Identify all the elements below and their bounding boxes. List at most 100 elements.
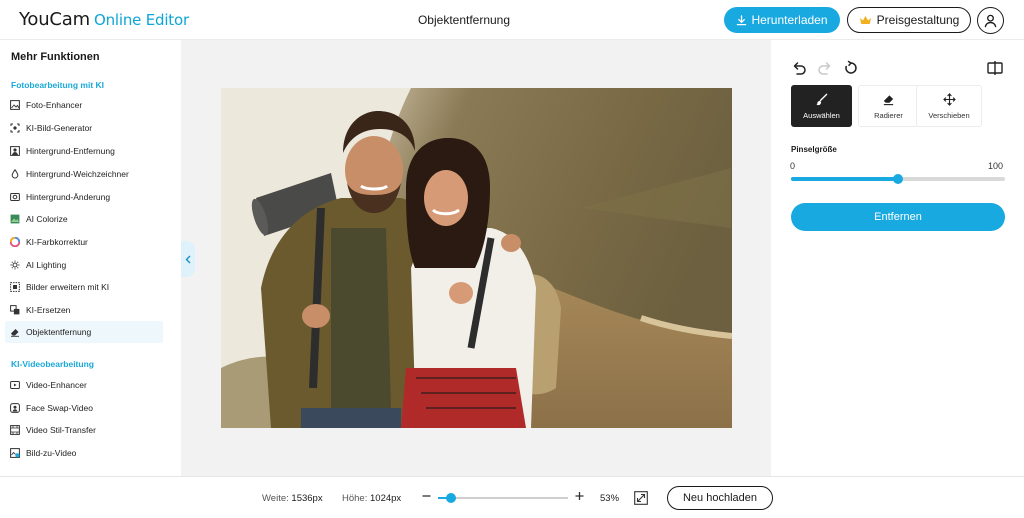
eraser-icon [883,94,894,105]
reupload-button[interactable]: Neu hochladen [667,486,773,510]
undo-icon [793,62,806,75]
pricing-label: Preisgestaltung [876,13,960,27]
sidebar-item-label: Bilder erweitern mit KI [26,282,110,292]
image-to-video-icon [10,448,20,458]
user-account-button[interactable] [977,7,1004,34]
tool-select-button[interactable]: Auswählen [791,85,852,127]
zoom-slider-thumb[interactable] [446,493,456,503]
download-icon [737,14,747,25]
sidebar-item-video-enhancer[interactable]: Video-Enhancer [5,374,163,396]
sidebar-title: Mehr Funktionen [11,51,100,63]
brush-size-slider-fill [791,177,898,181]
sidebar-item-objektentfernung[interactable]: Objektentfernung [5,321,163,343]
tool-label: Verschieben [928,110,970,120]
sidebar-item-label: Foto-Enhancer [26,100,83,110]
undo-button[interactable] [791,60,807,76]
sidebar-item-hintergrund-entfernung[interactable]: Hintergrund-Entfernung [5,140,163,162]
height-label: Höhe: [342,493,368,504]
brush-size-slider-thumb[interactable] [893,174,903,184]
colorize-icon [10,214,20,224]
sidebar-item-bild-zu-video[interactable]: Bild-zu-Video [5,442,163,464]
video-style-icon [10,425,20,435]
download-button[interactable]: Herunterladen [724,7,840,33]
color-wheel-icon [10,237,20,247]
width-value: 1536px [291,493,323,504]
sidebar-item-label: Hintergrund-Änderung [26,192,111,202]
sidebar-item-face-swap-video[interactable]: Face Swap-Video [5,397,163,419]
image-icon [10,100,20,110]
sidebar-item-bilder-erweitern[interactable]: Bilder erweitern mit KI [5,276,163,298]
eraser-icon [10,327,20,337]
couple-hiking-photo [221,88,732,428]
replace-icon [10,305,20,315]
sidebar-item-label: KI-Ersetzen [26,305,71,315]
sidebar-item-foto-enhancer[interactable]: Foto-Enhancer [5,94,163,116]
light-icon [10,260,20,270]
sidebar-item-ai-lighting[interactable]: AI Lighting [5,254,163,276]
remove-button[interactable]: Entfernen [791,203,1005,231]
slider-max-label: 100 [988,161,1004,171]
sidebar-item-label: Video Stil-Transfer [26,425,96,435]
chevron-left-icon [185,255,191,263]
ai-image-icon [10,123,20,133]
background-remove-icon [10,146,20,156]
sidebar-item-label: Face Swap-Video [26,403,93,413]
fit-screen-button[interactable] [634,491,648,505]
sidebar-item-label: KI-Farbkorrektur [26,237,88,247]
background-change-icon [10,192,20,202]
sidebar-item-ki-ersetzen[interactable]: KI-Ersetzen [5,299,163,321]
sidebar-item-label: AI Colorize [26,214,68,224]
reset-button[interactable] [843,60,859,76]
image-width: Weite: 1536px [262,493,323,504]
sidebar-item-label: Bild-zu-Video [26,448,77,458]
fit-screen-icon [634,491,648,505]
tool-eraser-button[interactable]: Radierer [858,85,919,127]
face-swap-icon [10,403,20,413]
width-label: Weite: [262,493,289,504]
zoom-percentage: 53% [600,493,620,504]
sidebar-item-label: AI Lighting [26,260,67,270]
redo-icon [818,62,831,75]
footer-bar: Weite: 1536px Höhe: 1024px 53% Neu hochl… [0,476,1024,518]
section-title-video: KI-Videobearbeitung [11,359,94,369]
brush-size-slider[interactable] [791,174,1005,184]
expand-icon [10,282,20,292]
sidebar-item-hintergrund-weichzeichner[interactable]: Hintergrund-Weichzeichner [5,163,163,185]
app-header: YouCam Online Editor Objektentfernung Her… [0,0,1024,40]
brush-icon [816,93,828,105]
collapse-sidebar-button[interactable] [181,241,195,277]
height-value: 1024px [370,493,402,504]
zoom-in-button[interactable] [575,488,584,507]
sidebar-item-hintergrund-aenderung[interactable]: Hintergrund-Änderung [5,186,163,208]
sidebar-item-ai-colorize[interactable]: AI Colorize [5,208,163,230]
plus-icon [575,492,584,500]
sidebar-item-label: Hintergrund-Weichzeichner [26,169,129,179]
brush-size-label: Pinselgröße [791,145,837,154]
section-title-photo: Fotobearbeitung mit KI [11,80,105,90]
user-icon [984,14,997,28]
sidebar-item-ki-farbkorrektur[interactable]: KI-Farbkorrektur [5,231,163,253]
blur-drop-icon [10,169,20,179]
sidebar-item-ki-bild-generator[interactable]: KI-Bild-Generator [5,117,163,139]
tool-label: Auswählen [803,110,840,120]
sidebar-item-label: Objektentfernung [26,327,92,337]
redo-button[interactable] [817,60,833,76]
tool-label: Radierer [874,110,903,120]
pricing-button[interactable]: Preisgestaltung [847,7,971,33]
reset-icon [845,60,857,74]
sidebar-item-label: Video-Enhancer [26,380,87,390]
edited-photo[interactable] [221,88,732,428]
image-height: Höhe: 1024px [342,493,401,504]
compare-icon [987,61,1003,75]
compare-button[interactable] [987,60,1003,76]
tool-move-button[interactable]: Verschieben [916,85,982,127]
crown-icon [859,16,871,24]
sidebar-item-label: Hintergrund-Entfernung [26,146,115,156]
zoom-slider[interactable] [438,493,568,503]
move-icon [942,92,956,106]
sidebar-item-video-stil-transfer[interactable]: Video Stil-Transfer [5,419,163,441]
minus-icon [422,495,431,497]
download-label: Herunterladen [751,13,828,27]
zoom-out-button[interactable] [422,488,431,507]
slider-min-label: 0 [790,161,796,171]
